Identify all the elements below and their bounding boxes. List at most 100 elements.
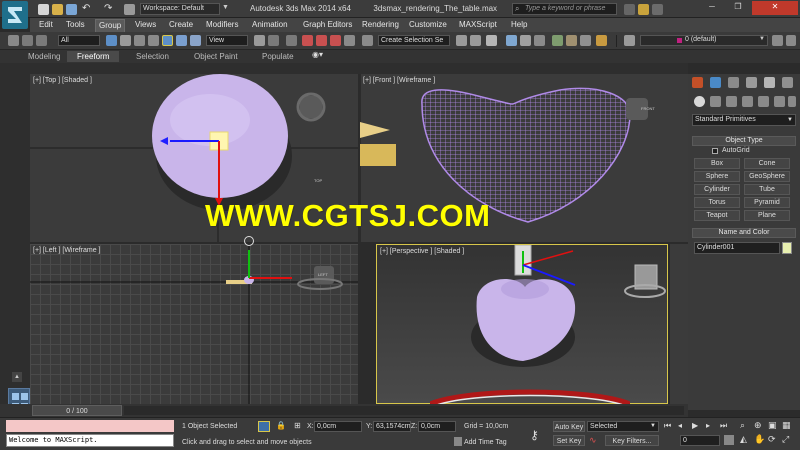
absolute-mode-icon[interactable]: ⊞ [294, 421, 301, 430]
viewport-left[interactable]: [+] [Left ] [Wireframe ] LEFT [30, 244, 358, 404]
previous-frame-icon[interactable]: ◂ [678, 421, 682, 430]
time-configuration-icon[interactable] [724, 435, 734, 445]
add-time-tag-icon[interactable] [454, 437, 462, 446]
viewport-front-label[interactable]: [+] [Front ] [Wireframe ] [363, 77, 435, 84]
sphere-button[interactable]: Sphere [694, 171, 740, 182]
torus-button[interactable]: Torus [694, 197, 740, 208]
schematic-view-icon[interactable] [534, 35, 545, 46]
set-key-button[interactable]: Set Key [553, 435, 585, 446]
menu-edit[interactable]: Edit [36, 19, 56, 31]
viewcube-left-label[interactable]: LEFT [318, 272, 328, 277]
menu-modifiers[interactable]: Modifiers [203, 19, 241, 31]
pivot-center-icon[interactable] [254, 35, 265, 46]
selection-filter-dropdown[interactable]: All [58, 35, 100, 46]
viewcube-front-label[interactable]: FRONT [641, 106, 655, 111]
key-mode-dropdown[interactable]: Selected ▼ [587, 421, 659, 432]
select-object-icon[interactable] [106, 35, 117, 46]
named-selection-dropdown[interactable]: Create Selection Se [378, 35, 450, 46]
lights-icon[interactable] [726, 96, 737, 107]
minimize-button[interactable]: ─ [700, 1, 724, 15]
keyboard-shortcut-icon[interactable] [286, 35, 297, 46]
tab-freeform[interactable]: Freeform [67, 51, 120, 62]
unlink-icon[interactable] [36, 35, 47, 46]
orbit-icon[interactable]: ⟳ [768, 434, 776, 445]
material-editor-icon[interactable] [552, 35, 563, 46]
select-manipulate-icon[interactable] [268, 35, 279, 46]
autogrid-checkbox[interactable] [712, 148, 718, 154]
menu-tools[interactable]: Tools [63, 19, 88, 31]
search-field[interactable]: ⌕ Type a keyword or phrase [512, 3, 617, 15]
cylinder-button[interactable]: Cylinder [694, 184, 740, 195]
infocenter-icon[interactable] [624, 4, 635, 15]
teapot-button[interactable]: Teapot [694, 210, 740, 221]
cone-button[interactable]: Cone [744, 158, 790, 169]
expand-arrow-icon[interactable]: ▲ [12, 372, 22, 382]
curve-editor-icon[interactable] [520, 35, 531, 46]
zoom-extents-all-icon[interactable]: ▦ [782, 420, 791, 431]
help-star-icon[interactable] [638, 4, 649, 15]
add-layer-icon[interactable] [772, 35, 783, 46]
zoom-all-icon[interactable]: ⊕ [754, 420, 762, 431]
modify-tab-icon[interactable] [710, 77, 721, 88]
mirror-icon[interactable] [456, 35, 467, 46]
chevron-down-icon[interactable]: ▼ [222, 4, 229, 11]
menu-animation[interactable]: Animation [249, 19, 291, 31]
box-button[interactable]: Box [694, 158, 740, 169]
new-file-icon[interactable] [38, 4, 49, 15]
select-by-name-icon[interactable] [120, 35, 131, 46]
space-warps-icon[interactable] [774, 96, 785, 107]
time-slider[interactable]: 0 / 100 [32, 405, 122, 416]
reference-coordinate-dropdown[interactable]: View [206, 35, 248, 46]
hierarchy-tab-icon[interactable] [728, 77, 739, 88]
rendered-frame-icon[interactable] [580, 35, 591, 46]
viewcube-top-label[interactable]: TOP [314, 178, 322, 183]
percent-snap-icon[interactable] [330, 35, 341, 46]
tab-modeling[interactable]: Modeling [18, 51, 70, 62]
project-folder-icon[interactable] [124, 4, 135, 15]
menu-maxscript[interactable]: MAXScript [456, 19, 500, 31]
menu-group[interactable]: Group [95, 19, 126, 33]
add-time-tag-button[interactable]: Add Time Tag [464, 439, 507, 446]
tube-button[interactable]: Tube [744, 184, 790, 195]
shapes-icon[interactable] [710, 96, 721, 107]
pyramid-button[interactable]: Pyramid [744, 197, 790, 208]
zoom-icon[interactable]: ⌕ [740, 420, 745, 431]
auto-key-button[interactable]: Auto Key [553, 421, 585, 432]
graphite-toggle-icon[interactable] [506, 35, 517, 46]
close-button[interactable]: ✕ [752, 1, 798, 15]
viewport-left-label[interactable]: [+] [Left ] [Wireframe ] [33, 247, 101, 254]
menu-views[interactable]: Views [132, 19, 159, 31]
window-crossing-icon[interactable] [148, 35, 159, 46]
menu-help[interactable]: Help [508, 19, 530, 31]
undo-icon[interactable]: ↶ [82, 3, 90, 14]
layer-icon[interactable] [624, 35, 635, 46]
render-setup-icon[interactable] [566, 35, 577, 46]
motion-tab-icon[interactable] [746, 77, 757, 88]
move-icon[interactable] [162, 35, 173, 46]
layer-options-icon[interactable] [786, 35, 796, 46]
render-production-icon[interactable] [596, 35, 607, 46]
time-ruler[interactable] [124, 406, 684, 415]
angle-snap-icon[interactable] [316, 35, 327, 46]
lock-icon[interactable]: 🔒 [276, 421, 286, 430]
y-coordinate-field[interactable]: 63,1574cm [373, 421, 411, 432]
menu-customize[interactable]: Customize [406, 19, 450, 31]
menu-rendering[interactable]: Rendering [359, 19, 402, 31]
go-to-end-icon[interactable]: ⏭ [720, 421, 727, 431]
go-to-start-icon[interactable]: ⏮ [664, 421, 671, 431]
align-icon[interactable] [470, 35, 481, 46]
viewport-top-label[interactable]: [+] [Top ] [Shaded ] [33, 77, 92, 84]
link-icon[interactable] [22, 35, 33, 46]
field-of-view-icon[interactable]: ◭ [740, 434, 747, 445]
display-tab-icon[interactable] [764, 77, 775, 88]
layer-manager-icon[interactable] [486, 35, 497, 46]
maxscript-listener-output[interactable] [6, 420, 174, 432]
viewport-perspective[interactable]: [+] [Perspective ] [Shaded ] [376, 244, 668, 404]
helpers-icon[interactable] [758, 96, 769, 107]
pan-icon[interactable]: ✋ [754, 434, 765, 445]
systems-icon[interactable] [788, 96, 796, 107]
app-logo-icon[interactable] [2, 1, 28, 29]
scale-icon[interactable] [190, 35, 201, 46]
edit-named-selection-icon[interactable] [362, 35, 373, 46]
zoom-extents-icon[interactable]: ▣ [768, 420, 777, 431]
